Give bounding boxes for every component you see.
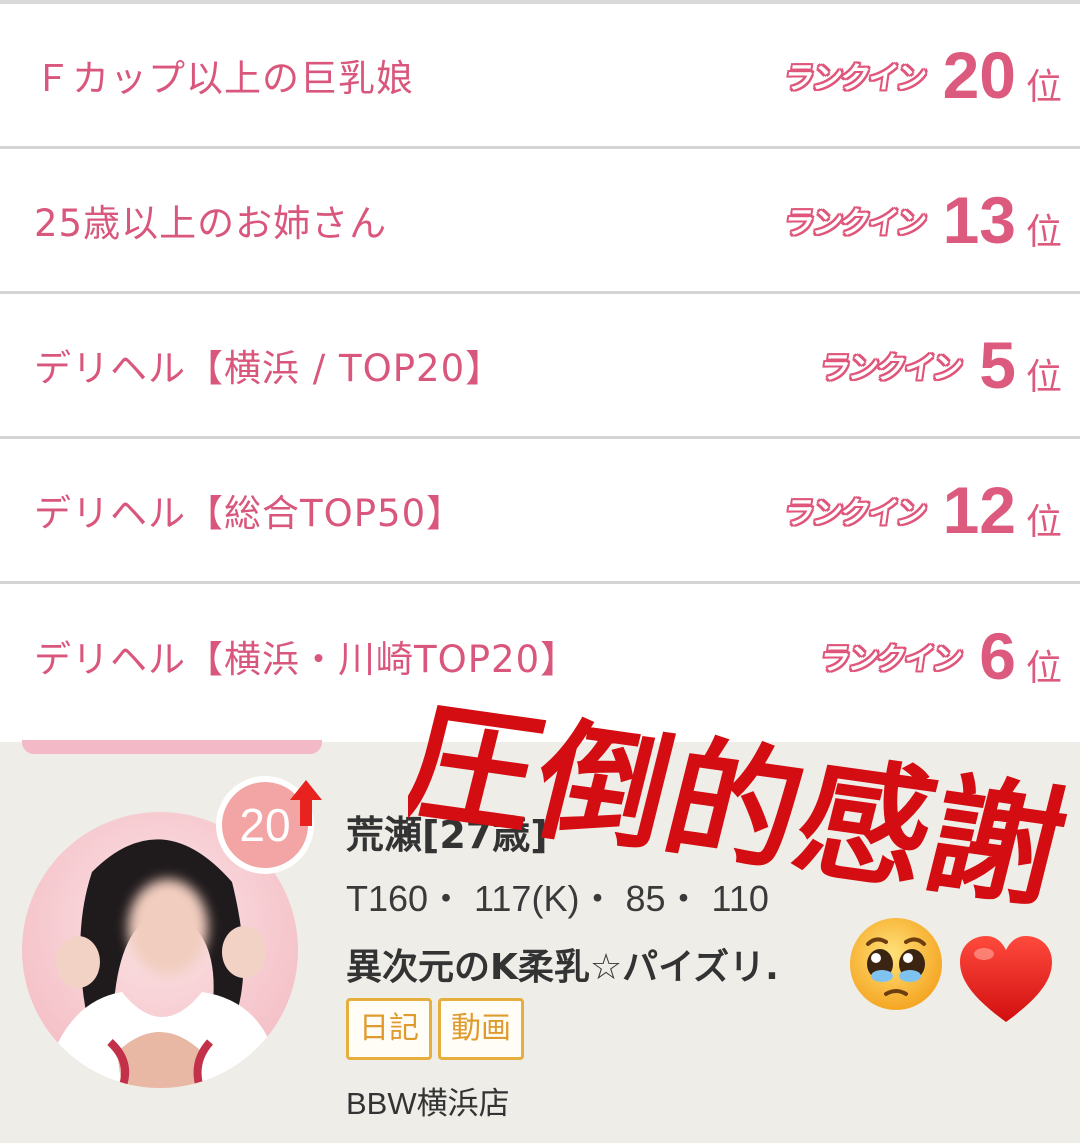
- rank-number: 12: [942, 473, 1016, 547]
- card-tab-accent: [22, 740, 322, 754]
- tag-row: 日記 動画: [346, 998, 530, 1060]
- ranking-result: ランクイン 20 位: [781, 38, 1062, 112]
- rankin-badge: ランクイン: [817, 350, 964, 387]
- ranking-category-label: Ｆカップ以上の巨乳娘: [34, 57, 414, 100]
- pleading-face-icon: [850, 918, 942, 1010]
- rankin-badge: ランクイン: [781, 205, 928, 242]
- ranking-row[interactable]: Ｆカップ以上の巨乳娘 ランクイン 20 位: [0, 4, 1080, 149]
- up-arrow-icon: [290, 780, 322, 826]
- tag-diary[interactable]: 日記: [346, 998, 432, 1060]
- red-heart-icon: [960, 936, 1052, 1022]
- ranking-category-label: 25歳以上のお姉さん: [34, 202, 388, 245]
- rank-number: 20: [942, 38, 1016, 112]
- rankin-badge: ランクイン: [817, 641, 964, 678]
- ranking-result: ランクイン 12 位: [781, 473, 1062, 547]
- ranking-category-label: デリヘル【横浜 / TOP20】: [34, 347, 504, 390]
- rankin-badge: ランクイン: [781, 495, 928, 532]
- profile-stats: T160・ 117(K)・ 85・ 110: [346, 878, 769, 919]
- ranking-screenshot: Ｆカップ以上の巨乳娘 ランクイン 20 位 25歳以上のお姉さん ランクイン 1…: [0, 0, 1080, 1143]
- profile-catchphrase: 異次元のK柔乳☆パイズリ.: [346, 947, 779, 988]
- rank-number: 6: [979, 619, 1016, 693]
- ranking-result: ランクイン 5 位: [817, 328, 1062, 402]
- rank-unit: 位: [1025, 357, 1062, 398]
- rank-unit: 位: [1025, 67, 1062, 108]
- ranking-row[interactable]: 25歳以上のお姉さん ランクイン 13 位: [0, 149, 1080, 294]
- ranking-category-label: デリヘル【総合TOP50】: [34, 492, 465, 535]
- rank-number: 13: [942, 183, 1016, 257]
- ranking-result: ランクイン 6 位: [817, 619, 1062, 693]
- ranking-category-label: デリヘル【横浜・川崎TOP20】: [34, 638, 579, 681]
- rank-unit: 位: [1025, 648, 1062, 689]
- ranking-list: Ｆカップ以上の巨乳娘 ランクイン 20 位 25歳以上のお姉さん ランクイン 1…: [0, 4, 1080, 728]
- ranking-row[interactable]: デリヘル【横浜 / TOP20】 ランクイン 5 位: [0, 294, 1080, 439]
- rank-number: 5: [979, 328, 1016, 402]
- rank-unit: 位: [1025, 212, 1062, 253]
- shop-name[interactable]: BBW横浜店: [346, 1078, 510, 1123]
- ranking-result: ランクイン 13 位: [781, 183, 1062, 257]
- ranking-row[interactable]: デリヘル【総合TOP50】 ランクイン 12 位: [0, 439, 1080, 584]
- rank-unit: 位: [1025, 502, 1062, 543]
- rankin-badge: ランクイン: [781, 60, 928, 97]
- ranking-row[interactable]: デリヘル【横浜・川崎TOP20】 ランクイン 6 位: [0, 584, 1080, 728]
- tag-video[interactable]: 動画: [438, 998, 524, 1060]
- profile-name[interactable]: 荒瀬[27歳]: [346, 804, 548, 859]
